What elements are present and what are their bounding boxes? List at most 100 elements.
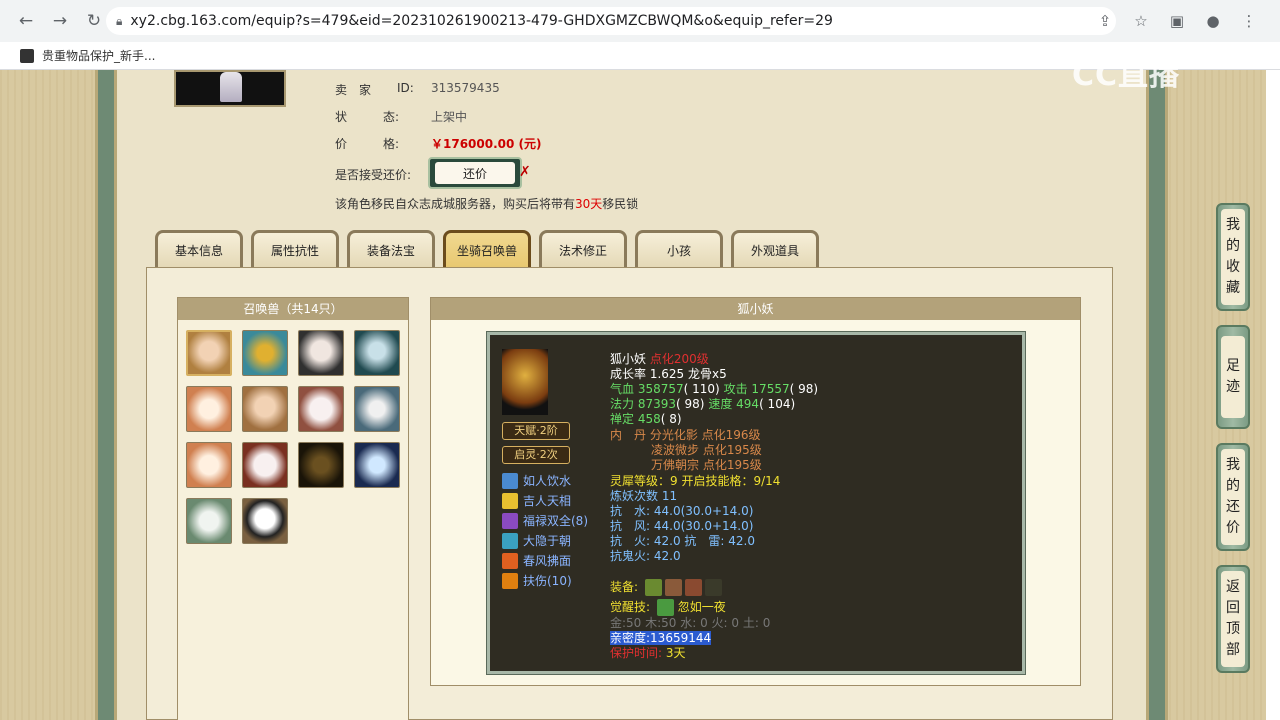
seller-id: 313579435 [431, 81, 500, 95]
equip-slot-icon[interactable] [664, 579, 682, 596]
id-label: ID: [397, 81, 414, 95]
bargain-button[interactable]: 还价 [428, 157, 522, 189]
lianyao-count: 炼妖次数 11 [610, 489, 678, 503]
pet-thumb-panda[interactable] [242, 498, 288, 544]
pet-thumb-ape[interactable] [354, 386, 400, 432]
side-char: 收 [1226, 259, 1240, 275]
equip-slot-icon[interactable] [644, 579, 662, 596]
back-icon[interactable]: ← [12, 7, 40, 35]
my-bargain-button[interactable]: 我 的 还 价 [1216, 443, 1250, 551]
side-char: 顶 [1226, 621, 1240, 637]
side-char: 部 [1226, 642, 1240, 658]
skill-label: 如人饮水 [523, 474, 572, 488]
content-area: 卖 家 ID: 313579435 状 态: 上架中 价 格: ￥176000.… [117, 70, 1146, 720]
stream-watermark: CC直播 [1072, 58, 1181, 93]
tab-appearance[interactable]: 外观道具 [731, 230, 819, 268]
neidan-1: 内 丹 分光化影 点化196级 [610, 428, 761, 442]
lingxi-level: 灵犀等级：9 开启技能格：9/14 [610, 474, 781, 488]
pet-name-line: 狐小妖 点化200级 [610, 352, 709, 367]
protect-value: 3天 [665, 646, 686, 660]
pet-thumb-crystal[interactable] [354, 442, 400, 488]
forward-icon[interactable]: → [46, 7, 74, 35]
zen-value: 458 [637, 412, 661, 426]
equip-slot-icon[interactable] [684, 579, 702, 596]
star-icon[interactable]: ☆ [1128, 8, 1154, 34]
skill-hermit-icon [502, 532, 518, 549]
equip-slot-icon[interactable] [704, 579, 722, 596]
pet-thumb-fox-girl[interactable] [186, 330, 232, 376]
reload-icon[interactable]: ↻ [80, 7, 108, 35]
skill-item[interactable]: 春风拂面 [502, 552, 571, 569]
back-to-top-label: 返 回 顶 部 [1221, 571, 1245, 667]
price-value: ￥176000.00 (元) [431, 137, 542, 151]
tab-equipment[interactable]: 装备法宝 [347, 230, 435, 268]
page-background: 卖 家 ID: 313579435 状 态: 上架中 价 格: ￥176000.… [0, 70, 1280, 720]
pet-level: 点化200级 [649, 352, 709, 366]
sidepanel-icon[interactable]: ▣ [1164, 8, 1190, 34]
skill-item[interactable]: 吉人天相 [502, 492, 571, 509]
back-to-top-button[interactable]: 返 回 顶 部 [1216, 565, 1250, 673]
bargain-label: 是否接受还价: [335, 168, 412, 182]
profile-icon[interactable]: ● [1200, 8, 1226, 34]
neidan-3: 万佛朝宗 点化195级 [651, 458, 762, 472]
pet-thumb-cat-1[interactable] [186, 386, 232, 432]
equip-line: 装备: [610, 579, 722, 596]
skill-item[interactable]: 大隐于朝 [502, 532, 571, 549]
status-row: 状 态: 上架中 [335, 108, 467, 125]
pet-thumb-lady[interactable] [298, 330, 344, 376]
address-bar[interactable]: 🔒︎ xy2.cbg.163.com/equip?s=479&eid=20231… [106, 7, 1116, 35]
mp-value: 87393 [637, 397, 677, 411]
footprint-button[interactable]: 足 迹 [1216, 325, 1250, 429]
tab-mounts-pets[interactable]: 坐骑召唤兽 [443, 230, 531, 268]
awaken-label: 觉醒技: [610, 600, 651, 614]
zen-line: 禅定 458( 8) [610, 412, 682, 427]
skill-item[interactable]: 如人饮水 [502, 472, 571, 489]
side-char: 的 [1226, 238, 1240, 254]
side-char: 回 [1226, 600, 1240, 616]
pet-thumb-masked[interactable] [354, 330, 400, 376]
tab-basic-info[interactable]: 基本信息 [155, 230, 243, 268]
skill-water-icon [502, 472, 518, 489]
protect-label: 保护时间: [610, 646, 663, 660]
price-row: 价 格: ￥176000.00 (元) [335, 135, 542, 152]
resist-fire-thunder: 抗 火: 42.0 抗 雷: 42.0 [610, 534, 755, 548]
seller-row: 卖 家 ID: 313579435 [335, 81, 500, 98]
pet-thumb-girl-2[interactable] [242, 386, 288, 432]
skill-luck-icon [502, 492, 518, 509]
pet-portrait [502, 349, 548, 415]
url-text: xy2.cbg.163.com/equip?s=479&eid=20231026… [130, 13, 833, 29]
resist-water: 抗 水: 44.0(30.0+14.0) [610, 504, 754, 518]
tab-panel: 召唤兽（共14只） 狐小妖 天赋·2阶 启灵·2次 如人饮水 吉人天相 福禄双全… [146, 267, 1113, 720]
tab-spell-correction[interactable]: 法术修正 [539, 230, 627, 268]
pet-thumb-cat-2[interactable] [186, 442, 232, 488]
bargain-row: 是否接受还价: [335, 166, 411, 183]
pet-thumb-beast[interactable] [298, 442, 344, 488]
skill-item[interactable]: 扶伤(10) [502, 572, 572, 589]
migrate-days: 30天 [575, 197, 603, 211]
my-favorites-button[interactable]: 我 的 收 藏 [1216, 203, 1250, 311]
tab-bar: 基本信息 属性抗性 装备法宝 坐骑召唤兽 法术修正 小孩 外观道具 [155, 230, 819, 268]
menu-icon[interactable]: ⋮ [1236, 8, 1262, 34]
status-label: 状 态: [335, 110, 400, 124]
pet-grid [178, 320, 408, 554]
protect-line: 保护时间: 3天 [610, 646, 686, 661]
background-window-edge [1266, 70, 1280, 720]
pet-growth: 成长率 1.625 龙骨x5 [610, 367, 727, 381]
bookmark-item[interactable]: 贵重物品保护_新手... [42, 47, 155, 64]
share-icon[interactable]: ⇪ [1092, 8, 1118, 34]
pet-thumb-phoenix[interactable] [242, 330, 288, 376]
tab-child[interactable]: 小孩 [635, 230, 723, 268]
zen-label: 禅定 [610, 412, 635, 426]
side-char: 我 [1226, 457, 1240, 473]
neidan-2: 凌波微步 点化195级 [651, 443, 762, 457]
qiling-badge: 启灵·2次 [502, 446, 570, 464]
pet-thumb-ghost-1[interactable] [298, 386, 344, 432]
role-figure [220, 72, 242, 102]
pet-thumb-ghost-2[interactable] [242, 442, 288, 488]
skill-item[interactable]: 福禄双全(8) [502, 512, 588, 529]
atk-label: 攻击 [723, 382, 748, 396]
pet-thumb-spirit[interactable] [186, 498, 232, 544]
awaken-skill-icon [656, 599, 674, 616]
price-label: 价 格: [335, 137, 400, 151]
tab-attributes[interactable]: 属性抗性 [251, 230, 339, 268]
